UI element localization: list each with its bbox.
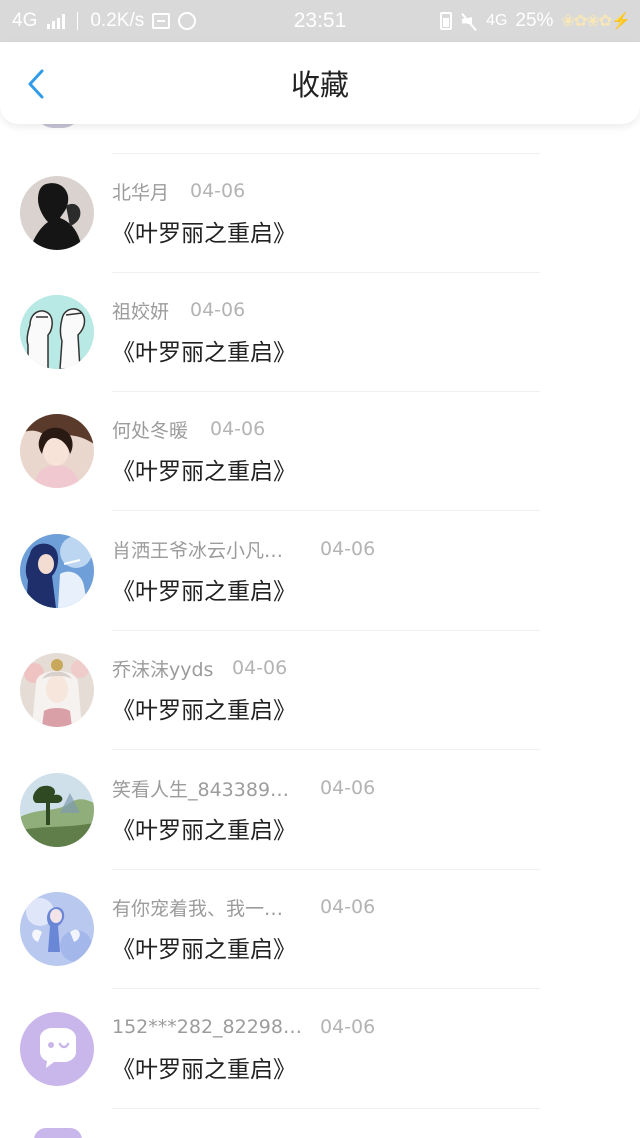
list-item[interactable]: 北华月 04-06 《叶罗丽之重启》 xyxy=(0,176,640,296)
flower-decoration-icon: ❀✿❀✿⚡ xyxy=(561,13,631,30)
divider xyxy=(112,630,540,631)
date-label: 04-06 xyxy=(190,299,246,321)
book-title: 《叶罗丽之重启》 xyxy=(112,818,296,844)
book-title: 《叶罗丽之重启》 xyxy=(112,221,296,247)
list-item[interactable]: 祖姣妍 04-06 《叶罗丽之重启》 xyxy=(0,295,640,415)
avatar[interactable] xyxy=(20,892,94,966)
user-name: 北华月 xyxy=(112,181,170,204)
avatar-peek xyxy=(34,1128,82,1138)
list-item[interactable]: 笑看人生_843389… 04-06 《叶罗丽之重启》 xyxy=(0,773,640,893)
avatar[interactable] xyxy=(20,1012,94,1086)
list-item[interactable]: 152***282_82298… 04-06 《叶罗丽之重启》 xyxy=(0,1012,640,1132)
user-name: 何处冬暖 xyxy=(112,419,189,442)
battery-percent: 25% xyxy=(515,10,554,31)
avatar[interactable] xyxy=(20,295,94,369)
user-name: 152***282_82298… xyxy=(112,1016,302,1038)
notification-icon xyxy=(152,13,171,29)
book-title: 《叶罗丽之重启》 xyxy=(112,1057,296,1083)
date-label: 04-06 xyxy=(232,657,288,679)
list-item[interactable]: 何处冬暖 04-06 《叶罗丽之重启》 xyxy=(0,414,640,534)
network-type-right: 4G xyxy=(486,12,508,29)
user-name: 有你宠着我、我一… xyxy=(112,897,284,920)
book-title: 《叶罗丽之重启》 xyxy=(112,340,296,366)
page-title: 收藏 xyxy=(290,68,349,102)
divider xyxy=(112,749,540,750)
date-label: 04-06 xyxy=(320,538,376,560)
chat-bubble-icon xyxy=(178,12,197,30)
date-label: 04-06 xyxy=(320,1016,376,1038)
date-label: 04-06 xyxy=(190,180,246,202)
divider xyxy=(112,272,540,273)
divider xyxy=(112,988,540,989)
date-label: 04-06 xyxy=(320,777,376,799)
divider xyxy=(112,391,540,392)
battery-saver-icon xyxy=(440,12,453,30)
date-label: 04-06 xyxy=(320,896,376,918)
divider xyxy=(112,869,540,870)
list-item[interactable]: 乔沫沫yyds 04-06 《叶罗丽之重启》 xyxy=(0,653,640,773)
avatar[interactable] xyxy=(20,414,94,488)
signal-icon xyxy=(47,13,66,29)
divider xyxy=(112,1108,540,1109)
avatar[interactable] xyxy=(20,773,94,847)
book-title: 《叶罗丽之重启》 xyxy=(112,937,296,963)
avatar[interactable] xyxy=(20,534,94,608)
network-speed: 0.2K/s xyxy=(90,10,145,31)
network-type: 4G xyxy=(12,10,38,31)
avatar[interactable] xyxy=(20,653,94,727)
book-title: 《叶罗丽之重启》 xyxy=(112,459,296,485)
book-title: 《叶罗丽之重启》 xyxy=(112,579,296,605)
divider xyxy=(112,510,540,511)
date-label: 04-06 xyxy=(210,418,266,440)
status-bar: 4G 0.2K/s 23:51 4G 25% ❀✿❀✿⚡ xyxy=(0,0,640,42)
status-left: 4G 0.2K/s xyxy=(12,0,197,42)
user-name: 肖洒王爷冰云小凡… xyxy=(112,539,284,562)
list-item[interactable]: 肖洒王爷冰云小凡… 04-06 《叶罗丽之重启》 xyxy=(0,534,640,654)
user-name: 乔沫沫yyds xyxy=(112,658,214,681)
mute-icon xyxy=(460,12,478,30)
book-title: 《叶罗丽之重启》 xyxy=(112,698,296,724)
header: 收藏 xyxy=(0,42,640,124)
user-name: 祖姣妍 xyxy=(112,300,170,323)
status-right: 4G 25% ❀✿❀✿⚡ xyxy=(440,0,631,42)
user-name: 笑看人生_843389… xyxy=(112,778,290,801)
divider xyxy=(112,153,540,154)
avatar[interactable] xyxy=(20,176,94,250)
status-separator xyxy=(77,12,79,30)
list-item[interactable]: 有你宠着我、我一… 04-06 《叶罗丽之重启》 xyxy=(0,892,640,1012)
